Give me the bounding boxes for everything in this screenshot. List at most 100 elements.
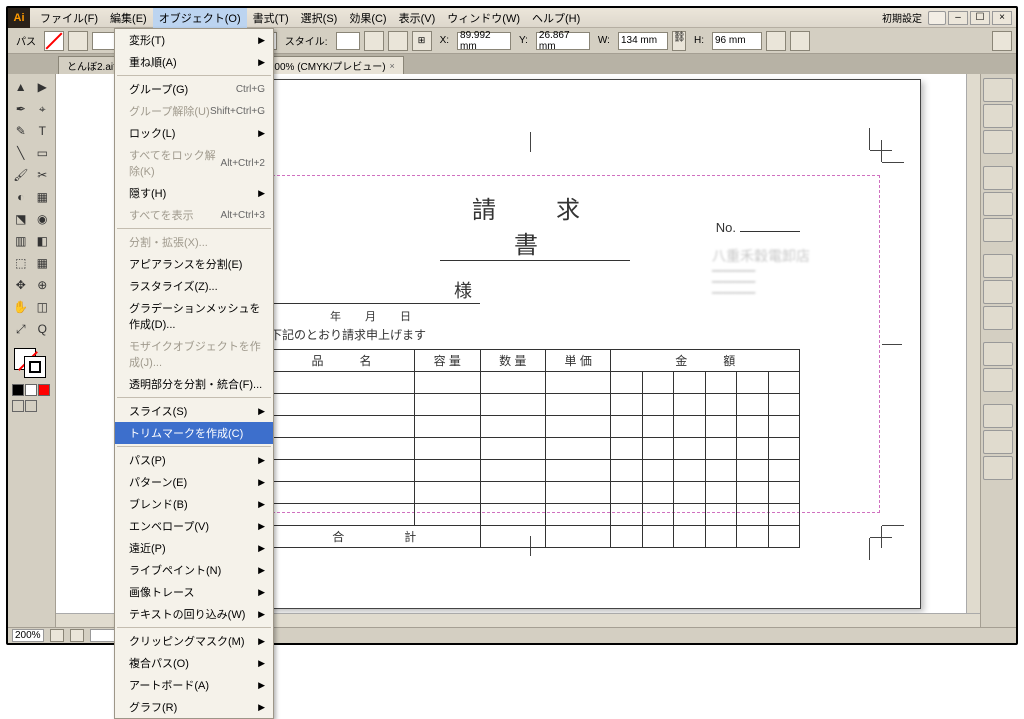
- h-input[interactable]: 96 mm: [712, 32, 762, 50]
- menu-item[interactable]: スライス(S)▶: [115, 400, 273, 422]
- tool-button[interactable]: ⊕: [32, 274, 54, 296]
- panel-icon[interactable]: [983, 104, 1013, 128]
- menu-item[interactable]: グラフ(R)▶: [115, 696, 273, 718]
- panel-icon[interactable]: [983, 368, 1013, 392]
- tool-button[interactable]: ▶: [32, 76, 54, 98]
- swatch[interactable]: [25, 384, 37, 396]
- tool-button[interactable]: ✂: [32, 164, 54, 186]
- tool-button[interactable]: Q: [32, 318, 54, 340]
- tool-button[interactable]: ◧: [32, 230, 54, 252]
- menu-item[interactable]: トリムマークを作成(C): [115, 422, 273, 444]
- menu-item[interactable]: ロック(L)▶: [115, 122, 273, 144]
- menu-0[interactable]: ファイル(F): [34, 8, 104, 28]
- menu-item[interactable]: 遠近(P)▶: [115, 537, 273, 559]
- align-icon[interactable]: [364, 31, 384, 51]
- tool-button[interactable]: ▦: [32, 252, 54, 274]
- menu-item[interactable]: ラスタライズ(Z)...: [115, 275, 273, 297]
- menu-item[interactable]: ライブペイント(N)▶: [115, 559, 273, 581]
- menu-item[interactable]: 重ね順(A)▶: [115, 51, 273, 73]
- menu-7[interactable]: ウィンドウ(W): [441, 8, 526, 28]
- menu-item[interactable]: パターン(E)▶: [115, 471, 273, 493]
- recolor-icon[interactable]: [388, 31, 408, 51]
- menu-8[interactable]: ヘルプ(H): [526, 8, 586, 28]
- menu-1[interactable]: 編集(E): [104, 8, 153, 28]
- menu-item[interactable]: 複合パス(O)▶: [115, 652, 273, 674]
- screen-mode-icon[interactable]: [25, 400, 37, 412]
- tool-button[interactable]: ✥: [10, 274, 32, 296]
- tool-button[interactable]: ◉: [32, 208, 54, 230]
- reference-point-icon[interactable]: ⊞: [412, 31, 432, 51]
- tool-button[interactable]: ▦: [32, 186, 54, 208]
- panel-icon[interactable]: [983, 254, 1013, 278]
- panel-icon[interactable]: [983, 404, 1013, 428]
- panel-icon[interactable]: [983, 166, 1013, 190]
- menu-5[interactable]: 効果(C): [343, 8, 392, 28]
- tool-button[interactable]: ╲: [10, 142, 32, 164]
- nav-next-icon[interactable]: [70, 629, 84, 642]
- menu-item[interactable]: エンベロープ(V)▶: [115, 515, 273, 537]
- menu-3[interactable]: 書式(T): [247, 8, 295, 28]
- fill-swatch[interactable]: [44, 31, 64, 51]
- color-picker[interactable]: [10, 346, 54, 382]
- tool-button[interactable]: ✋: [10, 296, 32, 318]
- tool-button[interactable]: ⬚: [10, 252, 32, 274]
- menu-item[interactable]: ブレンド(B)▶: [115, 493, 273, 515]
- tool-button[interactable]: ✒: [10, 98, 32, 120]
- menu-item[interactable]: アピアランスを分割(E): [115, 253, 273, 275]
- menu-item[interactable]: 変形(T)▶: [115, 29, 273, 51]
- maximize-button[interactable]: ☐: [970, 11, 990, 25]
- tool-button[interactable]: ◐: [10, 186, 32, 208]
- style-picker[interactable]: [336, 32, 360, 50]
- panel-icon[interactable]: [983, 342, 1013, 366]
- menu-2[interactable]: オブジェクト(O): [153, 8, 247, 28]
- close-tab-icon[interactable]: ×: [390, 61, 395, 71]
- panel-icon[interactable]: [983, 280, 1013, 304]
- tool-button[interactable]: ✎: [10, 120, 32, 142]
- swatch[interactable]: [38, 384, 50, 396]
- tool-button[interactable]: ⤢: [10, 318, 32, 340]
- tool-button[interactable]: ▲: [10, 76, 32, 98]
- tool-button[interactable]: ⬔: [10, 208, 32, 230]
- nav-prev-icon[interactable]: [50, 629, 64, 642]
- panel-icon[interactable]: [983, 78, 1013, 102]
- menu-item[interactable]: 隠す(H)▶: [115, 182, 273, 204]
- panel-icon[interactable]: [983, 306, 1013, 330]
- panel-icon[interactable]: [983, 130, 1013, 154]
- tool-button[interactable]: ▥: [10, 230, 32, 252]
- swatch[interactable]: [12, 384, 24, 396]
- tool-button[interactable]: 🖌: [10, 164, 32, 186]
- menu-item[interactable]: アートボード(A)▶: [115, 674, 273, 696]
- tool-button[interactable]: T: [32, 120, 54, 142]
- menu-item[interactable]: 画像トレース▶: [115, 581, 273, 603]
- menu-6[interactable]: 表示(V): [393, 8, 442, 28]
- panel-toggle-icon[interactable]: [992, 31, 1012, 51]
- panel-icon[interactable]: [983, 218, 1013, 242]
- search-icon[interactable]: [928, 11, 946, 25]
- link-wh-icon[interactable]: ⛓: [672, 31, 686, 51]
- zoom-input[interactable]: 200%: [12, 629, 44, 642]
- tool-button[interactable]: ⌖: [32, 98, 54, 120]
- tool-button[interactable]: ▭: [32, 142, 54, 164]
- minimize-button[interactable]: –: [948, 11, 968, 25]
- vertical-scrollbar[interactable]: [966, 74, 980, 613]
- shape-mode-icon[interactable]: [766, 31, 786, 51]
- menu-item[interactable]: テキストの回り込み(W)▶: [115, 603, 273, 625]
- menu-item[interactable]: クリッピングマスク(M)▶: [115, 630, 273, 652]
- close-button[interactable]: ×: [992, 11, 1012, 25]
- workspace-label[interactable]: 初期設定: [878, 10, 926, 25]
- w-input[interactable]: 134 mm: [618, 32, 668, 50]
- transform-icon[interactable]: [790, 31, 810, 51]
- y-input[interactable]: 26.867 mm: [536, 32, 590, 50]
- menu-item[interactable]: グループ(G)Ctrl+G: [115, 78, 273, 100]
- menu-4[interactable]: 選択(S): [295, 8, 344, 28]
- menu-item[interactable]: グラデーションメッシュを作成(D)...: [115, 297, 273, 335]
- menu-item[interactable]: パス(P)▶: [115, 449, 273, 471]
- panel-icon[interactable]: [983, 430, 1013, 454]
- screen-mode-icon[interactable]: [12, 400, 24, 412]
- stroke-swatch[interactable]: [68, 31, 88, 51]
- tool-button[interactable]: ◫: [32, 296, 54, 318]
- panel-icon[interactable]: [983, 192, 1013, 216]
- x-input[interactable]: 89.992 mm: [457, 32, 511, 50]
- panel-icon[interactable]: [983, 456, 1013, 480]
- menu-item[interactable]: 透明部分を分割・統合(F)...: [115, 373, 273, 395]
